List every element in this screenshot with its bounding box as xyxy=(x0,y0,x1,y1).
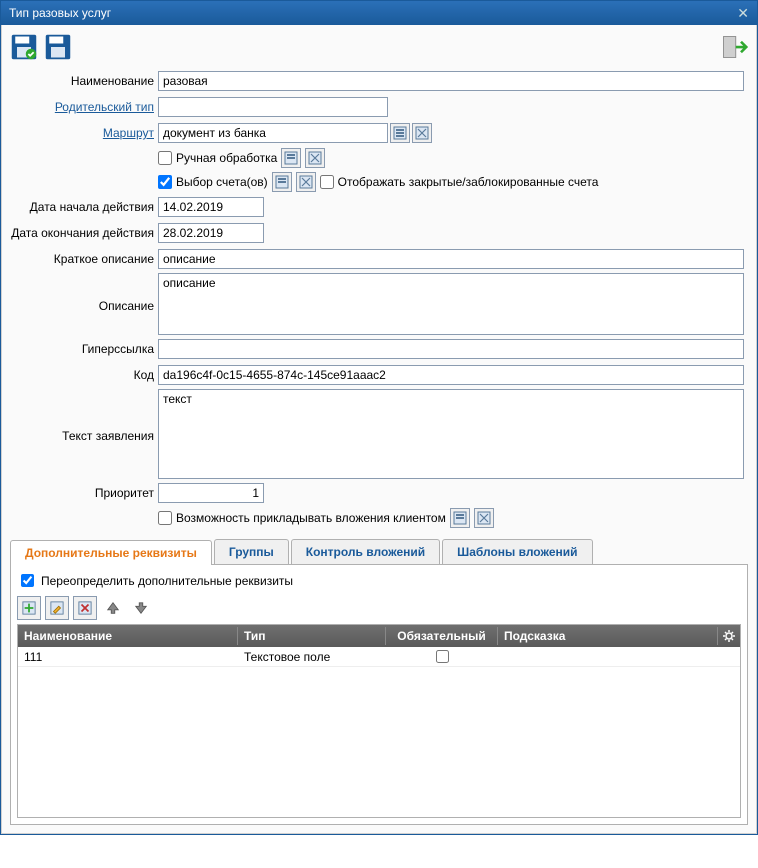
parent-type-label[interactable]: Родительский тип xyxy=(10,100,158,114)
cell-hint xyxy=(498,656,740,658)
desc-textarea[interactable] xyxy=(158,273,744,335)
statement-text-textarea[interactable] xyxy=(158,389,744,479)
table-row[interactable]: 111Текстовое поле xyxy=(18,647,740,667)
move-down-button[interactable] xyxy=(129,596,153,620)
hyperlink-label: Гиперссылка xyxy=(10,342,158,356)
name-label: Наименование xyxy=(10,74,158,88)
tab-groups[interactable]: Группы xyxy=(214,539,289,564)
attach-lookup-button[interactable] xyxy=(450,508,470,528)
code-input[interactable] xyxy=(158,365,744,385)
account-select-label: Выбор счета(ов) xyxy=(176,175,268,189)
exit-button[interactable] xyxy=(720,33,748,61)
save-button[interactable] xyxy=(44,33,72,61)
date-end-input[interactable] xyxy=(158,223,264,243)
hyperlink-input[interactable] xyxy=(158,339,744,359)
grid-edit-button[interactable] xyxy=(45,596,69,620)
close-icon[interactable]: ✕ xyxy=(737,5,749,22)
show-closed-label: Отображать закрытые/заблокированные счет… xyxy=(338,175,599,189)
name-input[interactable] xyxy=(158,71,744,91)
desc-label: Описание xyxy=(10,273,158,313)
tab-additional-requisites[interactable]: Дополнительные реквизиты xyxy=(10,540,212,565)
window-title: Тип разовых услуг xyxy=(9,6,111,20)
code-label: Код xyxy=(10,368,158,382)
attach-ability-checkbox[interactable] xyxy=(158,511,172,525)
manual-lookup-button[interactable] xyxy=(281,148,301,168)
tab-attachment-control[interactable]: Контроль вложений xyxy=(291,539,440,564)
manual-clear-button[interactable] xyxy=(305,148,325,168)
priority-input[interactable] xyxy=(158,483,264,503)
move-up-button[interactable] xyxy=(101,596,125,620)
override-checkbox[interactable] xyxy=(21,574,34,587)
date-end-label: Дата окончания действия xyxy=(10,226,158,240)
grid-header-required[interactable]: Обязательный xyxy=(386,627,498,645)
parent-type-input[interactable] xyxy=(158,97,388,117)
manual-label: Ручная обработка xyxy=(176,151,277,165)
account-lookup-button[interactable] xyxy=(272,172,292,192)
grid-settings-icon[interactable] xyxy=(718,629,740,643)
cell-required[interactable] xyxy=(386,646,498,667)
attach-ability-label: Возможность прикладывать вложения клиент… xyxy=(176,511,446,525)
grid-header-type[interactable]: Тип xyxy=(238,627,386,645)
route-lookup-button[interactable] xyxy=(390,123,410,143)
override-label: Переопределить дополнительные реквизиты xyxy=(41,574,293,588)
date-start-input[interactable] xyxy=(158,197,264,217)
manual-checkbox[interactable] xyxy=(158,151,172,165)
grid-delete-button[interactable] xyxy=(73,596,97,620)
cell-type: Текстовое поле xyxy=(238,649,386,665)
statement-text-label: Текст заявления xyxy=(10,389,158,443)
priority-label: Приоритет xyxy=(10,486,158,500)
route-label[interactable]: Маршрут xyxy=(10,126,158,140)
route-clear-button[interactable] xyxy=(412,123,432,143)
short-desc-input[interactable] xyxy=(158,249,744,269)
attach-clear-button[interactable] xyxy=(474,508,494,528)
cell-name: 111 xyxy=(18,649,238,665)
tab-attachment-templates[interactable]: Шаблоны вложений xyxy=(442,539,592,564)
grid-header-hint[interactable]: Подсказка xyxy=(498,627,718,645)
grid-header-name[interactable]: Наименование xyxy=(18,627,238,645)
short-desc-label: Краткое описание xyxy=(10,252,158,266)
save-and-close-button[interactable] xyxy=(10,33,38,61)
account-select-checkbox[interactable] xyxy=(158,175,172,189)
date-start-label: Дата начала действия xyxy=(10,200,158,214)
grid-add-button[interactable] xyxy=(17,596,41,620)
show-closed-checkbox[interactable] xyxy=(320,175,334,189)
account-clear-button[interactable] xyxy=(296,172,316,192)
route-input[interactable] xyxy=(158,123,388,143)
